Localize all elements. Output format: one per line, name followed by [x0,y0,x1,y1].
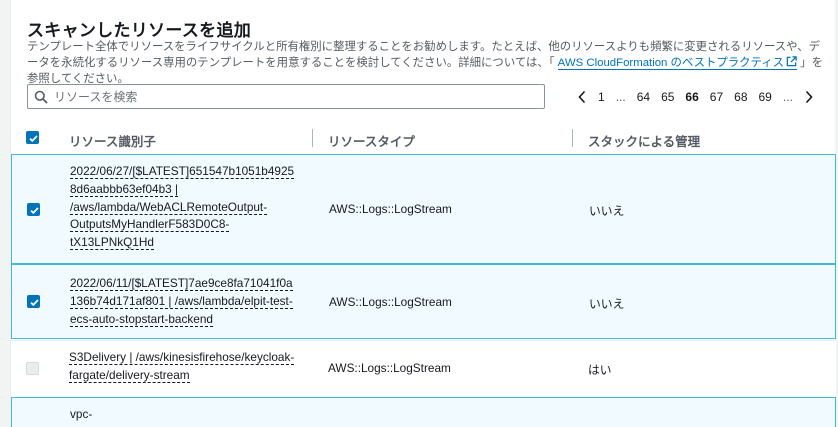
add-scanned-resources-panel: スキャンしたリソースを追加 テンプレート全体でリソースをライフサイクルと所有権別… [10,0,836,427]
pagination: 1 ... 64 65 66 67 68 69 ... [577,88,825,106]
select-all-checkbox[interactable] [26,131,39,144]
table-header: リソース識別子 リソースタイプ スタックによる管理 [11,124,836,152]
resource-identifier: S3Delivery | /aws/kinesisfirehose/keyclo… [69,349,301,385]
resource-identifier-line: fargate/delivery-stream [69,367,190,383]
best-practices-link-label: AWS CloudFormation のベストプラクティス [557,57,785,69]
stack-managed-value: いいえ [589,297,625,311]
row-checkbox[interactable] [27,203,40,216]
table-row[interactable]: 2022/06/11/[$LATEST]7ae9ce8fa71041f0a 13… [11,264,836,339]
resource-identifier-line: vpc- [70,407,93,421]
table-row[interactable]: 2022/06/27/[$LATEST]651547b1051b4925 8d6… [11,154,836,264]
table-row[interactable]: vpc- [11,397,836,427]
resource-identifier-line: 136b74d171af801 | /aws/lambda/elpit-test… [70,293,293,309]
row-checkbox-disabled [26,362,39,375]
column-divider[interactable] [312,129,313,147]
resource-identifier: 2022/06/11/[$LATEST]7ae9ce8fa71041f0a 13… [70,275,302,328]
page-link[interactable]: 64 [637,90,650,104]
page-link[interactable]: 65 [661,90,674,104]
best-practices-link[interactable]: AWS CloudFormation のベストプラクティス [557,56,798,70]
column-divider[interactable] [572,129,573,147]
resource-identifier-line: 2022/06/27/[$LATEST]651547b1051b4925 [70,164,295,179]
check-icon [30,299,39,307]
check-icon [30,207,39,215]
resource-identifier-line: OutputsMyHandlerF583D0C8- [70,217,230,233]
search-input[interactable] [54,87,534,106]
page-link[interactable]: 67 [710,90,723,104]
resource-identifier-line: /aws/lambda/WebACLRemoteOutput- [70,199,268,215]
column-header-resource-type[interactable]: リソースタイプ [328,131,415,150]
resource-identifier: 2022/06/27/[$LATEST]651547b1051b4925 8d6… [70,163,302,252]
check-icon [29,135,38,143]
resource-identifier-line: tX13LPNkQ1Hd [70,235,154,251]
search-box [27,84,545,109]
stack-managed-value: はい [588,363,612,377]
resource-type: AWS::Logs::LogStream [329,295,452,309]
page-link[interactable]: 1 [598,90,605,104]
page-ellipsis: ... [615,90,626,104]
page-title: スキャンしたリソースを追加 [27,21,252,40]
page-ellipsis: ... [782,90,793,104]
row-checkbox[interactable] [27,295,40,308]
resource-type: AWS::Logs::LogStream [329,202,452,216]
page-link[interactable]: 68 [734,90,747,104]
resource-identifier-line: 8d6aabbb63ef04b3 | [70,181,179,197]
table-row: S3Delivery | /aws/kinesisfirehose/keyclo… [11,340,836,396]
resource-identifier-line: S3Delivery | /aws/kinesisfirehose/keyclo… [69,350,295,365]
page-description: テンプレート全体でリソースをライフサイクルと所有権別に整理することをお勧めします… [27,39,827,87]
previous-page-icon[interactable] [577,90,587,104]
resource-identifier: vpc- [70,406,302,424]
external-link-icon [786,56,797,67]
resource-identifier-line: ecs-auto-stopstart-backend [70,311,213,327]
next-page-icon[interactable] [804,90,814,104]
column-header-resource-id[interactable]: リソース識別子 [69,131,156,150]
page-link[interactable]: 69 [759,90,772,104]
resource-identifier-line: 2022/06/11/[$LATEST]7ae9ce8fa71041f0a [70,276,293,291]
stack-managed-value: いいえ [589,204,625,218]
current-page[interactable]: 66 [685,90,698,104]
search-icon [34,90,48,104]
column-header-stack-managed[interactable]: スタックによる管理 [588,131,700,150]
resource-type: AWS::Logs::LogStream [328,361,451,375]
